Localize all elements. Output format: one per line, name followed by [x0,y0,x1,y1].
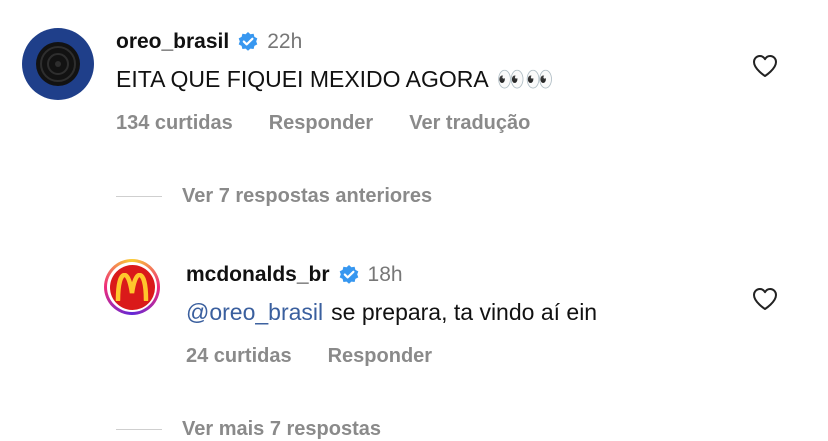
oreo-cookie-icon [36,42,80,86]
view-previous-replies[interactable]: Ver 7 respostas anteriores [116,185,432,208]
likes-count[interactable]: 134 curtidas [116,112,233,135]
avatar-image [109,264,155,310]
translate-button[interactable]: Ver tradução [409,112,530,135]
view-previous-replies-label: Ver 7 respostas anteriores [182,185,433,207]
username[interactable]: oreo_brasil [116,30,229,54]
comment-header: oreo_brasil 22h [116,30,302,54]
comment-body: EITA QUE FIQUEI MEXIDO AGORA [116,66,489,92]
avatar-story-ring [107,262,157,312]
mcdonalds-logo-icon [115,273,149,301]
timestamp: 22h [267,30,303,53]
username[interactable]: mcdonalds_br [186,263,330,287]
comment-actions: 134 curtidas Responder Ver tradução [116,112,530,135]
heart-icon[interactable] [752,54,778,78]
thread-divider [116,428,162,431]
view-more-replies[interactable]: Ver mais 7 respostas [116,418,381,441]
comment-text: EITA QUE FIQUEI MEXIDO AGORA 👀👀 [116,66,554,93]
avatar[interactable] [104,259,160,315]
likes-count[interactable]: 24 curtidas [186,345,292,368]
verified-badge-icon [238,32,258,51]
thread-divider [116,195,162,198]
comment-actions: 24 curtidas Responder [186,345,432,368]
eyes-emoji-icon: 👀👀 [496,66,555,92]
comment-body: se prepara, ta vindo aí ein [331,299,598,325]
timestamp: 18h [367,263,403,286]
mention-link[interactable]: @oreo_brasil [186,299,323,326]
avatar[interactable] [22,28,94,100]
verified-badge-icon [339,265,358,284]
reply-button[interactable]: Responder [269,112,373,135]
view-more-replies-label: Ver mais 7 respostas [182,418,382,440]
comment-text: @oreo_brasil se prepara, ta vindo aí ein [186,299,597,326]
heart-icon[interactable] [752,287,778,311]
comment-header: mcdonalds_br 18h [186,263,403,287]
reply-button[interactable]: Responder [328,345,432,368]
